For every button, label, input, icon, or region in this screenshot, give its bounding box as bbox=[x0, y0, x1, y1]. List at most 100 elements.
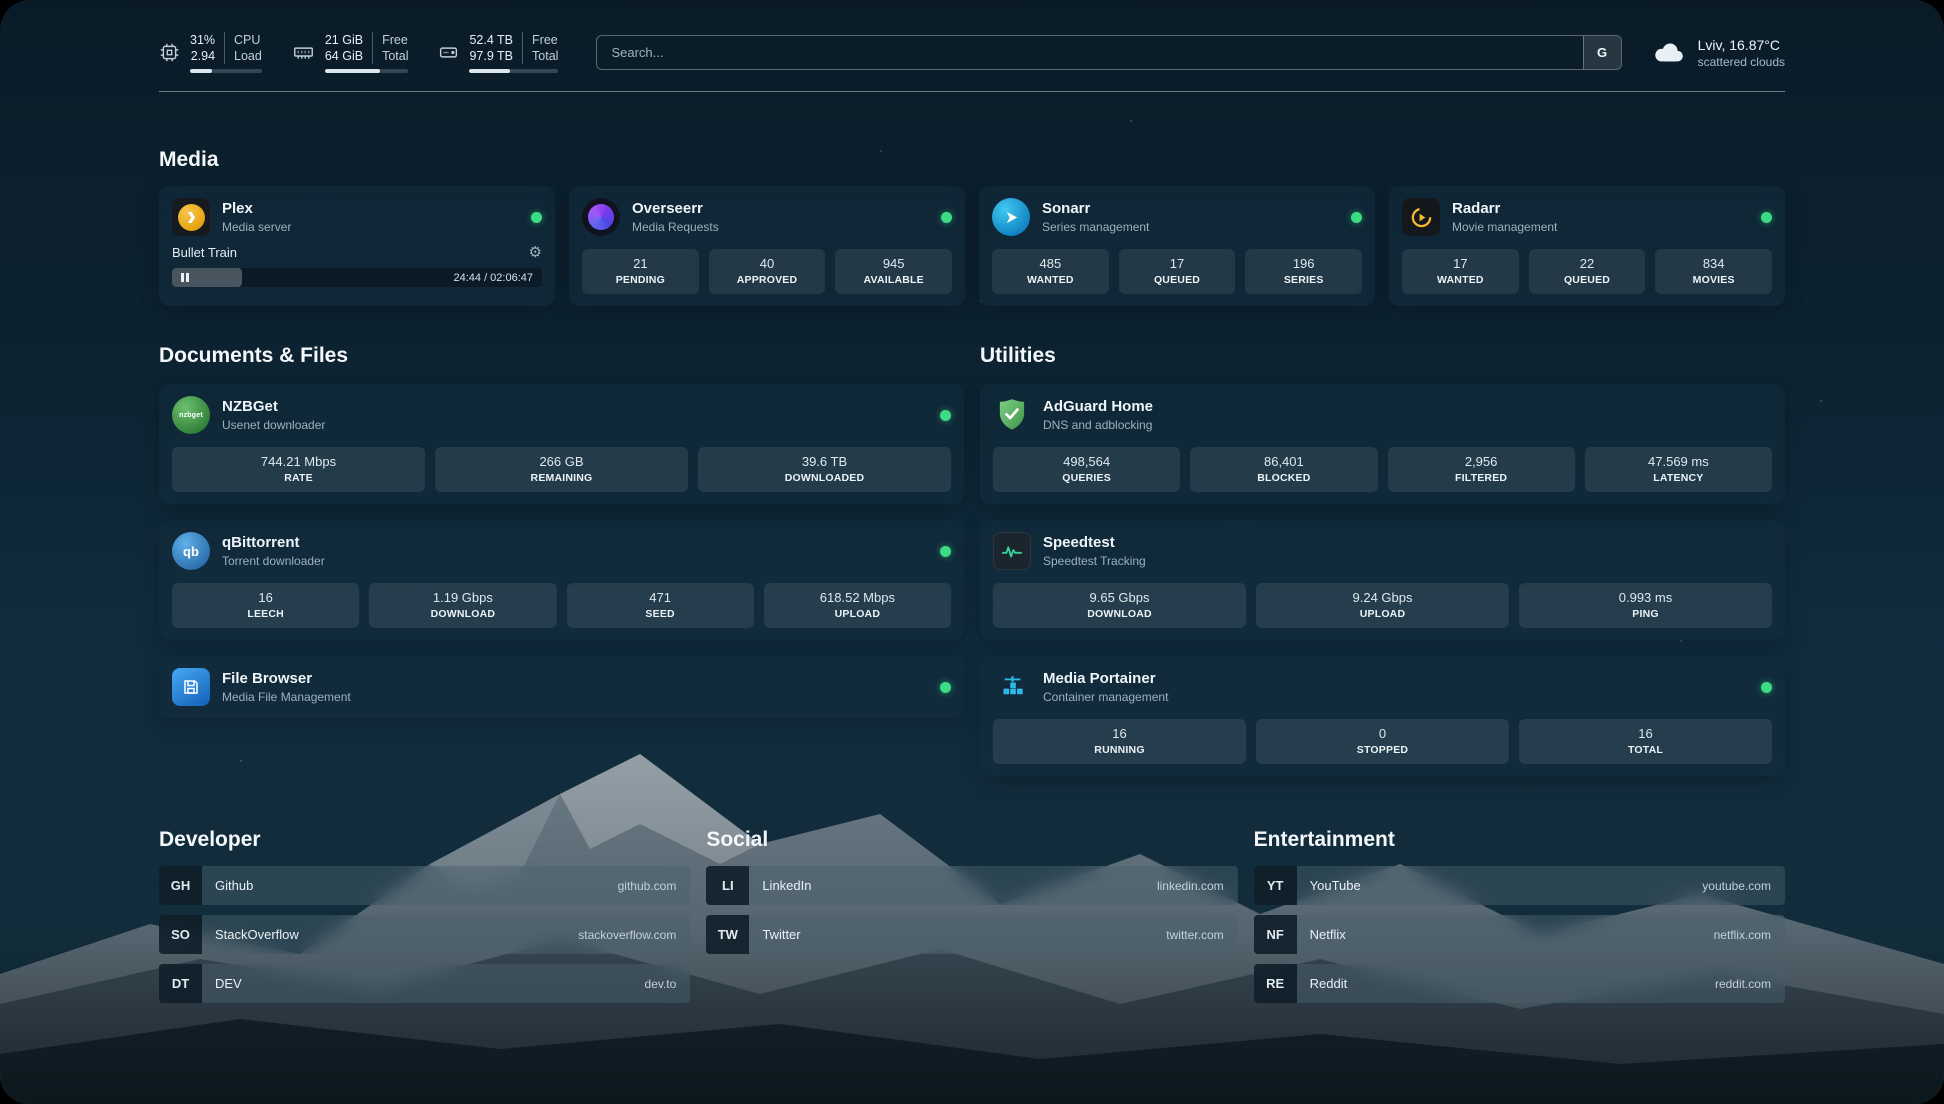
portainer-card-header: Media Portainer Container management bbox=[993, 668, 1772, 706]
bookmark-stackoverflow[interactable]: SO StackOverflow stackoverflow.com bbox=[159, 915, 690, 954]
nzbget-icon: nzbget bbox=[172, 396, 210, 434]
stat-pending: 21 PENDING bbox=[582, 249, 699, 294]
qbittorrent-card[interactable]: qb qBittorrent Torrent downloader 16 LEE… bbox=[159, 520, 964, 640]
plex-card[interactable]: Plex Media server Bullet Train ⚙ 24:44 /… bbox=[159, 186, 555, 306]
bookmarks-entertainment: Entertainment YT YouTube youtube.com NF … bbox=[1254, 828, 1785, 1013]
bookmark-youtube[interactable]: YT YouTube youtube.com bbox=[1254, 866, 1785, 905]
settings-gear-icon[interactable]: ⚙ bbox=[529, 245, 542, 260]
bookmark-linkedin[interactable]: LI LinkedIn linkedin.com bbox=[706, 866, 1237, 905]
disk-widget: 52.4 TB 97.9 TB Free Total bbox=[438, 32, 558, 73]
stat-wanted: 485 WANTED bbox=[992, 249, 1109, 294]
app-name: Speedtest bbox=[1043, 534, 1146, 551]
bookmark-url: dev.to bbox=[645, 977, 691, 991]
bookmark-abbr: RE bbox=[1254, 964, 1297, 1003]
stat-ping: 0.993 ms PING bbox=[1519, 583, 1772, 628]
disk-total-value: 97.9 TB bbox=[469, 48, 513, 64]
bookmark-dev[interactable]: DT DEV dev.to bbox=[159, 964, 690, 1003]
app-name: AdGuard Home bbox=[1043, 398, 1153, 415]
adguard-card-header: AdGuard Home DNS and adblocking bbox=[993, 396, 1772, 434]
bookmarks-social: Social LI LinkedIn linkedin.com TW Twitt… bbox=[706, 828, 1237, 1013]
status-dot bbox=[940, 546, 951, 557]
bookmark-reddit[interactable]: RE Reddit reddit.com bbox=[1254, 964, 1785, 1003]
stat-running: 16 RUNNING bbox=[993, 719, 1246, 764]
plex-seek-bar[interactable]: 24:44 / 02:06:47 bbox=[172, 268, 542, 287]
documents-column: Documents & Files nzbget NZBGet Usenet d… bbox=[159, 344, 964, 718]
bookmark-twitter[interactable]: TW Twitter twitter.com bbox=[706, 915, 1237, 954]
stat-total: 16 TOTAL bbox=[1519, 719, 1772, 764]
stat-download: 1.19 Gbps DOWNLOAD bbox=[369, 583, 556, 628]
filebrowser-card[interactable]: File Browser Media File Management bbox=[159, 656, 964, 718]
stat-stopped: 0 STOPPED bbox=[1256, 719, 1509, 764]
bookmark-netflix[interactable]: NF Netflix netflix.com bbox=[1254, 915, 1785, 954]
radarr-card[interactable]: Radarr Movie management 17 WANTED 22 QUE… bbox=[1389, 186, 1785, 306]
nzbget-card[interactable]: nzbget NZBGet Usenet downloader 744.21 M… bbox=[159, 384, 964, 504]
status-dot bbox=[1761, 212, 1772, 223]
stat-available: 945 AVAILABLE bbox=[835, 249, 952, 294]
status-dot bbox=[941, 212, 952, 223]
ram-free-label: Free bbox=[382, 32, 408, 48]
stat-rate: 744.21 Mbps RATE bbox=[172, 447, 425, 492]
stat-downloaded: 39.6 TB DOWNLOADED bbox=[698, 447, 951, 492]
disk-free-value: 52.4 TB bbox=[469, 32, 513, 48]
speedtest-card[interactable]: Speedtest Speedtest Tracking 9.65 Gbps D… bbox=[980, 520, 1785, 640]
search-bar: G bbox=[596, 35, 1621, 70]
disk-bar bbox=[469, 69, 558, 73]
bookmark-name: Reddit bbox=[1297, 976, 1348, 991]
stat-leech: 16 LEECH bbox=[172, 583, 359, 628]
weather-condition: scattered clouds bbox=[1698, 55, 1785, 69]
app-name: Plex bbox=[222, 200, 291, 217]
sonarr-card[interactable]: Sonarr Series management 485 WANTED 17 Q… bbox=[979, 186, 1375, 306]
app-subtitle: DNS and adblocking bbox=[1043, 418, 1153, 432]
cpu-bar bbox=[190, 69, 262, 73]
plex-card-header: Plex Media server bbox=[172, 198, 542, 236]
stat-remaining: 266 GB REMAINING bbox=[435, 447, 688, 492]
app-subtitle: Torrent downloader bbox=[222, 554, 325, 568]
app-subtitle: Speedtest Tracking bbox=[1043, 554, 1146, 568]
radarr-card-header: Radarr Movie management bbox=[1402, 198, 1772, 236]
bookmark-url: github.com bbox=[618, 879, 691, 893]
bookmark-github[interactable]: GH Github github.com bbox=[159, 866, 690, 905]
bookmark-name: Twitter bbox=[749, 927, 800, 942]
disk-free-label: Free bbox=[532, 32, 558, 48]
bookmark-url: linkedin.com bbox=[1157, 879, 1238, 893]
cpu-label: CPU bbox=[234, 32, 262, 48]
bookmark-url: stackoverflow.com bbox=[578, 928, 690, 942]
playback-time: 24:44 / 02:06:47 bbox=[453, 272, 533, 284]
ram-free-value: 21 GiB bbox=[325, 32, 363, 48]
overseerr-card[interactable]: Overseerr Media Requests 21 PENDING 40 A… bbox=[569, 186, 965, 306]
disk-bar-fill bbox=[469, 69, 510, 73]
status-dot bbox=[1761, 682, 1772, 693]
stat-queued: 17 QUEUED bbox=[1119, 249, 1236, 294]
cpu-bar-fill bbox=[190, 69, 212, 73]
stat-seed: 471 SEED bbox=[567, 583, 754, 628]
app-subtitle: Media server bbox=[222, 220, 291, 234]
bookmark-abbr: SO bbox=[159, 915, 202, 954]
overseerr-card-header: Overseerr Media Requests bbox=[582, 198, 952, 236]
portainer-card[interactable]: Media Portainer Container management 16 … bbox=[980, 656, 1785, 776]
utilities-column: Utilities AdGuard Home bbox=[980, 344, 1785, 776]
status-dot bbox=[1351, 212, 1362, 223]
stat-movies: 834 MOVIES bbox=[1655, 249, 1772, 294]
app-name: Sonarr bbox=[1042, 200, 1149, 217]
qbittorrent-card-header: qb qBittorrent Torrent downloader bbox=[172, 532, 951, 570]
bookmark-name: LinkedIn bbox=[749, 878, 811, 893]
search-input[interactable] bbox=[597, 36, 1582, 69]
header-divider bbox=[159, 91, 1785, 92]
search-provider-button[interactable]: G bbox=[1583, 36, 1621, 69]
cpu-widget: 31% 2.94 CPU Load bbox=[159, 32, 262, 73]
cpu-usage-value: 31% bbox=[190, 32, 215, 48]
adguard-card[interactable]: AdGuard Home DNS and adblocking 498,564 … bbox=[980, 384, 1785, 504]
pause-icon[interactable] bbox=[181, 273, 189, 282]
section-title-documents: Documents & Files bbox=[159, 344, 964, 368]
portainer-icon bbox=[993, 668, 1031, 706]
app-name: qBittorrent bbox=[222, 534, 325, 551]
ram-total-value: 64 GiB bbox=[325, 48, 363, 64]
nzbget-card-header: nzbget NZBGet Usenet downloader bbox=[172, 396, 951, 434]
section-title-media: Media bbox=[159, 148, 1785, 172]
overseerr-icon bbox=[582, 198, 620, 236]
stat-download: 9.65 Gbps DOWNLOAD bbox=[993, 583, 1246, 628]
stat-approved: 40 APPROVED bbox=[709, 249, 826, 294]
app-name: File Browser bbox=[222, 670, 351, 687]
stat-series: 196 SERIES bbox=[1245, 249, 1362, 294]
app-subtitle: Media File Management bbox=[222, 690, 351, 704]
